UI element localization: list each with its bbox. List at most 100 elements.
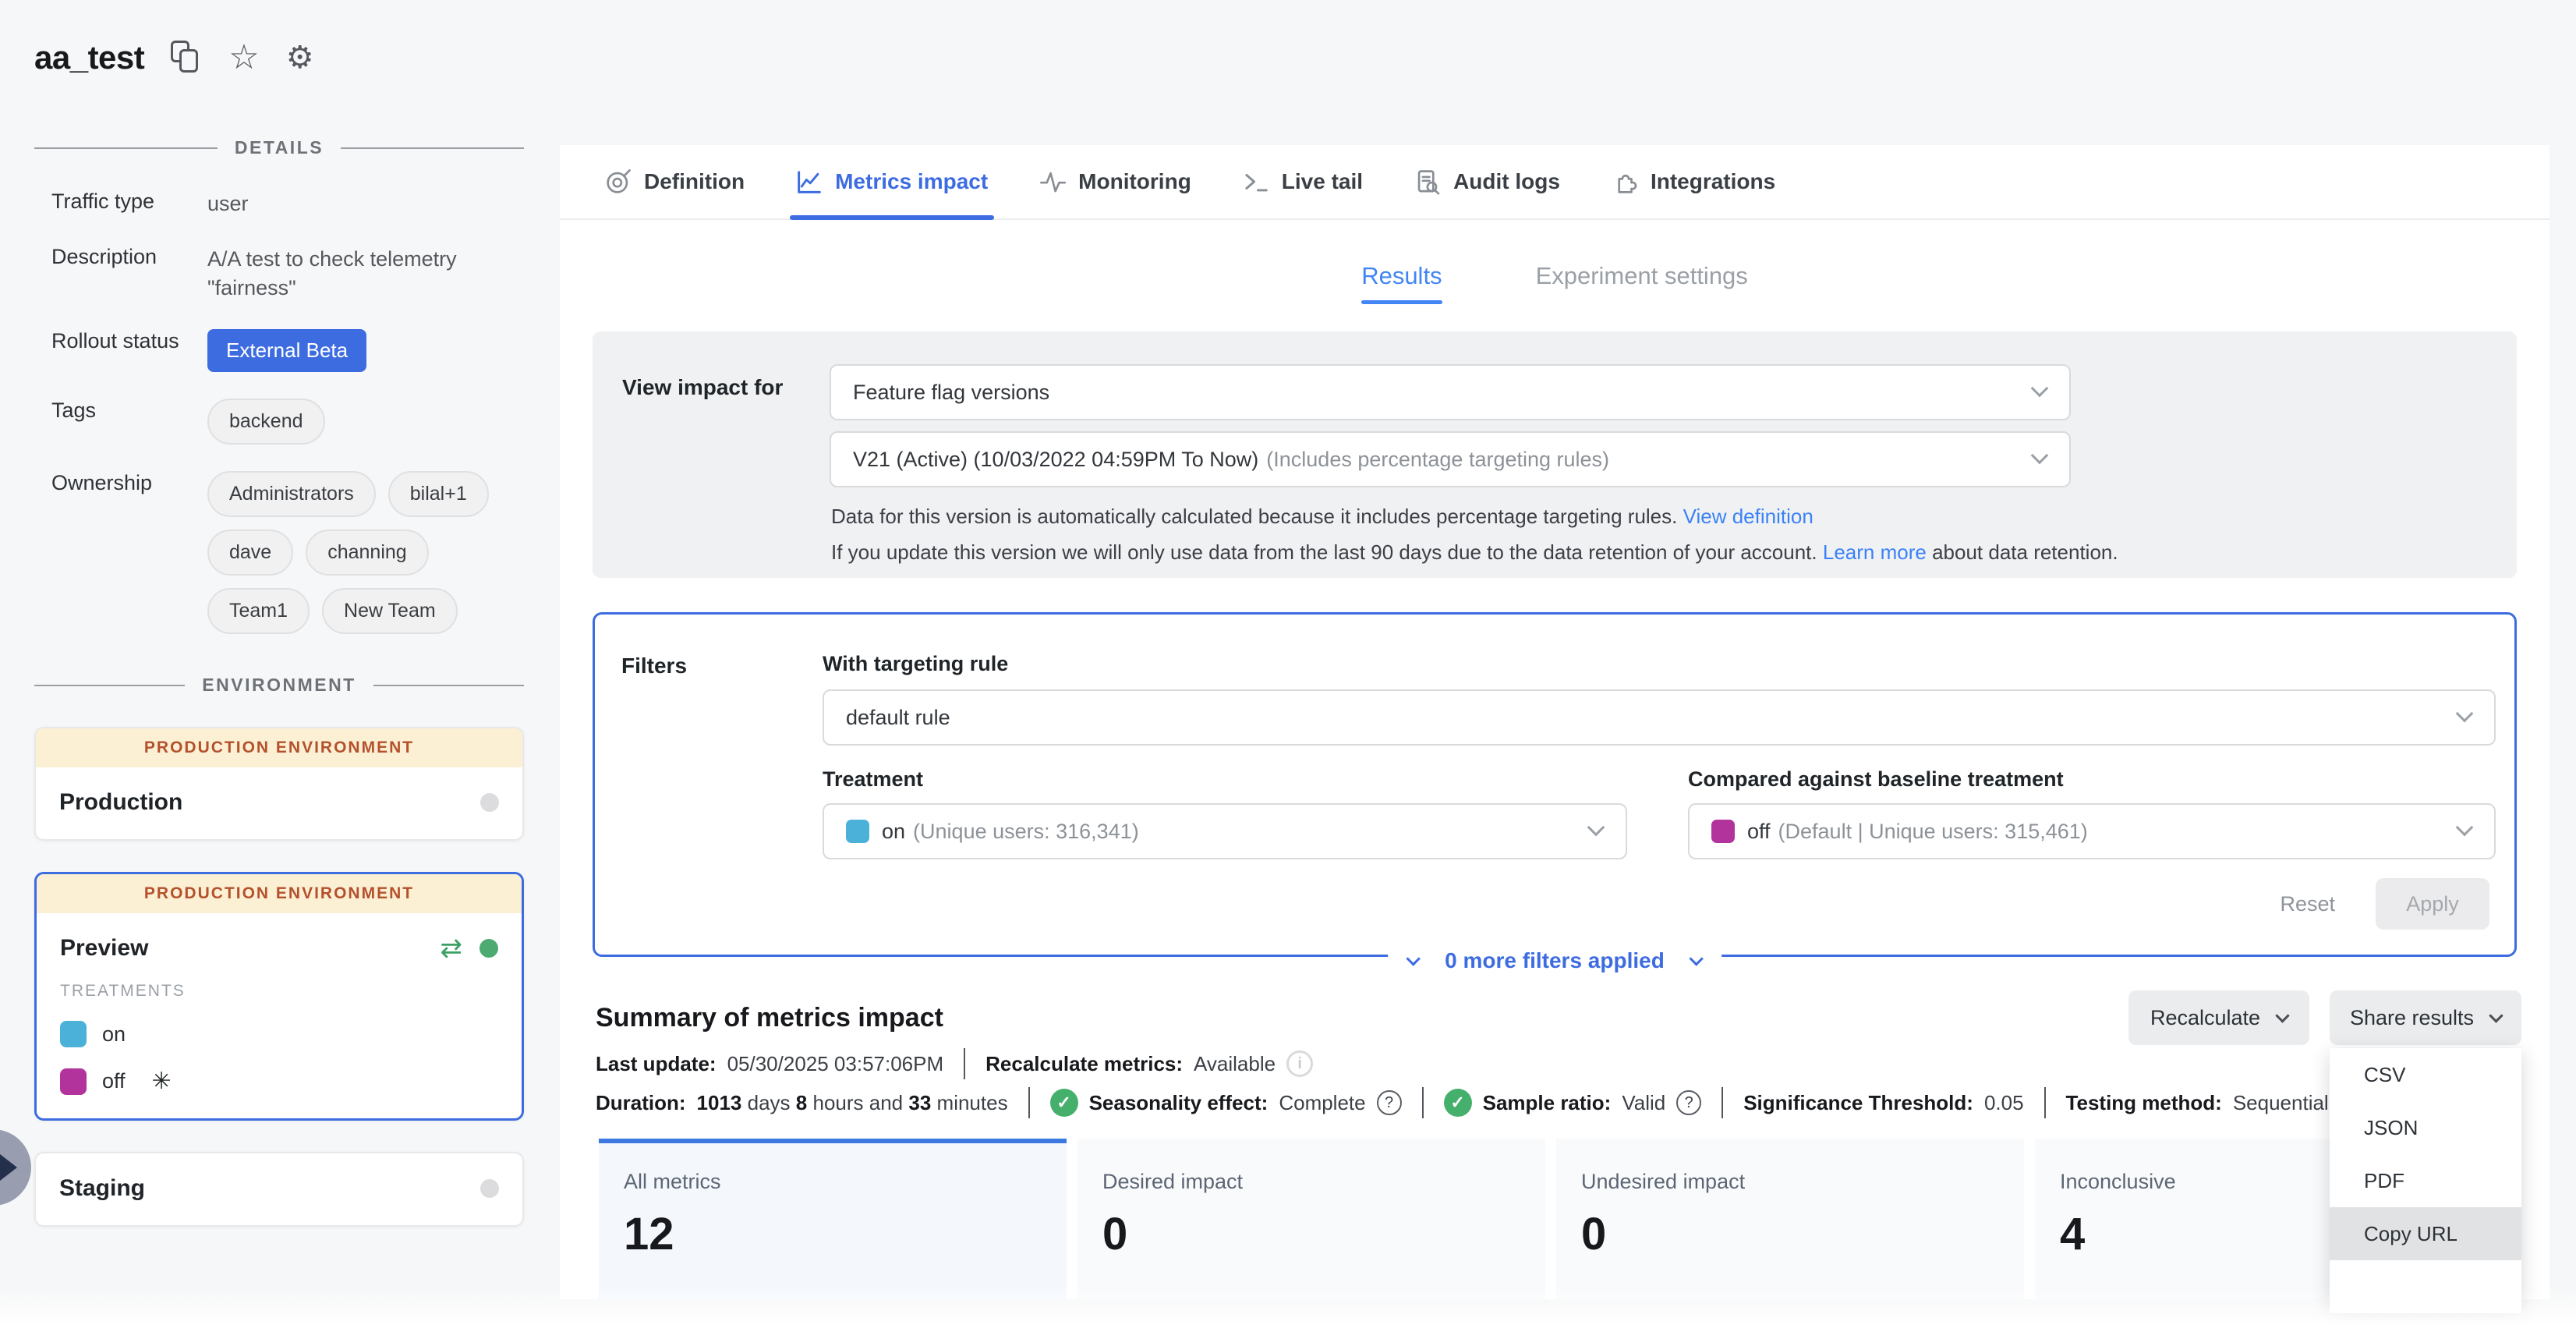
treatment-name: off (102, 1069, 126, 1093)
sample-ratio-value: Valid (1622, 1091, 1665, 1115)
menu-item-csv[interactable]: CSV (2330, 1048, 2521, 1101)
status-dot-green (479, 939, 498, 958)
tab-live-tail[interactable]: Live tail (1243, 145, 1363, 218)
divider (964, 1048, 965, 1079)
menu-item-json[interactable]: JSON (2330, 1101, 2521, 1154)
divider (1028, 1087, 1030, 1118)
tab-label: Definition (644, 169, 745, 194)
question-icon[interactable]: ? (1676, 1090, 1701, 1115)
tab-metrics-impact[interactable]: Metrics impact (796, 145, 988, 218)
tab-label: Metrics impact (835, 169, 988, 194)
version-note-1: Data for this version is automatically c… (831, 505, 1813, 529)
info-icon[interactable]: i (1286, 1050, 1313, 1077)
swap-arrows-icon[interactable]: ⇄ (441, 935, 463, 962)
description-value: A/A test to check telemetry "fairness" (207, 240, 524, 303)
owner-pill: channing (306, 530, 428, 576)
pulse-icon (1039, 168, 1066, 195)
treatment-off-swatch (1711, 820, 1735, 843)
star-icon[interactable]: ☆ (228, 37, 259, 77)
targeting-rule-select[interactable]: default rule (823, 689, 2496, 746)
filter-actions: Reset Apply (2280, 878, 2489, 930)
line-chart-icon (796, 168, 823, 195)
subtab-experiment-settings[interactable]: Experiment settings (1536, 262, 1748, 304)
baseline-label: Compared against baseline treatment (1688, 767, 2064, 792)
metric-card-value: 0 (1102, 1208, 1545, 1260)
environment-card-staging[interactable]: Staging (34, 1152, 524, 1227)
share-results-button[interactable]: Share results (2330, 990, 2521, 1045)
production-environment-banner: PRODUCTION ENVIRONMENT (37, 874, 522, 913)
subtab-label: Experiment settings (1536, 262, 1748, 289)
settings-gear-icon[interactable]: ⚙ (286, 40, 314, 76)
significance-threshold-label: Significance Threshold: (1743, 1091, 1973, 1115)
menu-item-pdf[interactable]: PDF (2330, 1154, 2521, 1207)
active-subtab-underline (1361, 300, 1442, 304)
more-filters-toggle[interactable]: 0 more filters applied (1388, 948, 1721, 973)
traffic-type-value: user (207, 185, 524, 218)
learn-more-link[interactable]: Learn more (1823, 540, 1927, 564)
version-select[interactable]: V21 (Active) (10/03/2022 04:59PM To Now)… (830, 431, 2071, 487)
rollout-status-badge: External Beta (207, 329, 366, 372)
tab-monitoring[interactable]: Monitoring (1039, 145, 1191, 218)
traffic-type-row: Traffic type user (34, 185, 524, 218)
divider (1422, 1087, 1424, 1118)
more-filters-label: 0 more filters applied (1445, 948, 1665, 973)
view-definition-link[interactable]: View definition (1683, 505, 1813, 528)
page-title: aa_test (34, 39, 144, 76)
tags-row: Tags backend (34, 394, 524, 445)
testing-method-value: Sequential (2233, 1091, 2329, 1115)
tab-audit-logs[interactable]: Audit logs (1414, 145, 1560, 218)
environment-card-preview[interactable]: PRODUCTION ENVIRONMENT Preview ⇄ TREATME… (34, 872, 524, 1121)
tab-definition[interactable]: Definition (605, 145, 745, 218)
sidebar: DETAILS Traffic type user Description A/… (34, 137, 524, 1227)
baseline-value: off (1747, 820, 1771, 844)
environment-name: Staging (59, 1175, 480, 1202)
share-results-menu: CSV JSON PDF Copy URL (2330, 1048, 2521, 1313)
duration-label: Duration: (596, 1091, 686, 1115)
subtab-results[interactable]: Results (1361, 262, 1442, 304)
chevron-down-icon (1406, 951, 1420, 965)
testing-method-label: Testing method: (2066, 1091, 2222, 1115)
app-root: aa_test ☆ ⚙ DETAILS Traffic type user De… (0, 0, 2576, 1332)
metric-card-all-metrics[interactable]: All metrics 12 (599, 1139, 1067, 1299)
treatment-value-detail: (Unique users: 316,341) (913, 820, 1139, 844)
details-rows: Traffic type user Description A/A test t… (34, 185, 524, 634)
sidebar-collapse-handle[interactable] (0, 1129, 31, 1206)
menu-item-copy-url[interactable]: Copy URL (2330, 1207, 2521, 1260)
impact-type-select[interactable]: Feature flag versions (830, 364, 2071, 420)
treatment-row-off: off ✳ (60, 1068, 498, 1095)
reset-button[interactable]: Reset (2280, 892, 2335, 916)
treatment-select[interactable]: on (Unique users: 316,341) (823, 803, 1627, 859)
last-update-value: 05/30/2025 03:57:06PM (727, 1052, 944, 1076)
environment-heading: ENVIRONMENT (202, 675, 356, 696)
treatment-off-swatch (60, 1068, 87, 1095)
question-icon[interactable]: ? (1377, 1090, 1402, 1115)
view-impact-panel: View impact for Feature flag versions V2… (593, 331, 2517, 578)
results-subtabs: Results Experiment settings (560, 262, 2549, 304)
tab-integrations[interactable]: Integrations (1612, 145, 1775, 218)
treatment-row-on: on (60, 1021, 498, 1047)
environment-name: Production (59, 789, 480, 816)
baseline-value-detail: (Default | Unique users: 315,461) (1778, 820, 2088, 844)
filters-box: Filters With targeting rule default rule… (593, 612, 2517, 957)
treatment-on-swatch (846, 820, 869, 843)
tab-label: Live tail (1282, 169, 1363, 194)
sample-ratio-label: Sample ratio: (1483, 1091, 1612, 1115)
treatment-on-swatch (60, 1021, 87, 1047)
tab-bar: Definition Metrics impact Monitoring L (560, 145, 2549, 220)
divider (1721, 1087, 1723, 1118)
filters-heading: Filters (621, 654, 687, 678)
metric-card-undesired-impact[interactable]: Undesired impact 0 (1556, 1139, 2024, 1299)
summary-meta-row-1: Last update:05/30/2025 03:57:06PM Recalc… (596, 1048, 1313, 1079)
metric-card-desired-impact[interactable]: Desired impact 0 (1077, 1139, 1545, 1299)
copy-icon[interactable] (171, 41, 202, 75)
terminal-icon (1243, 168, 1269, 195)
metric-card-label: All metrics (624, 1170, 1067, 1194)
owner-pill: dave (207, 530, 293, 576)
chevron-down-icon (1689, 951, 1703, 965)
tag-pill: backend (207, 399, 325, 445)
chevron-down-icon (2031, 380, 2049, 398)
baseline-select[interactable]: off (Default | Unique users: 315,461) (1688, 803, 2496, 859)
apply-button[interactable]: Apply (2376, 878, 2489, 930)
environment-card-production[interactable]: PRODUCTION ENVIRONMENT Production (34, 727, 524, 841)
recalculate-button[interactable]: Recalculate (2128, 990, 2309, 1045)
